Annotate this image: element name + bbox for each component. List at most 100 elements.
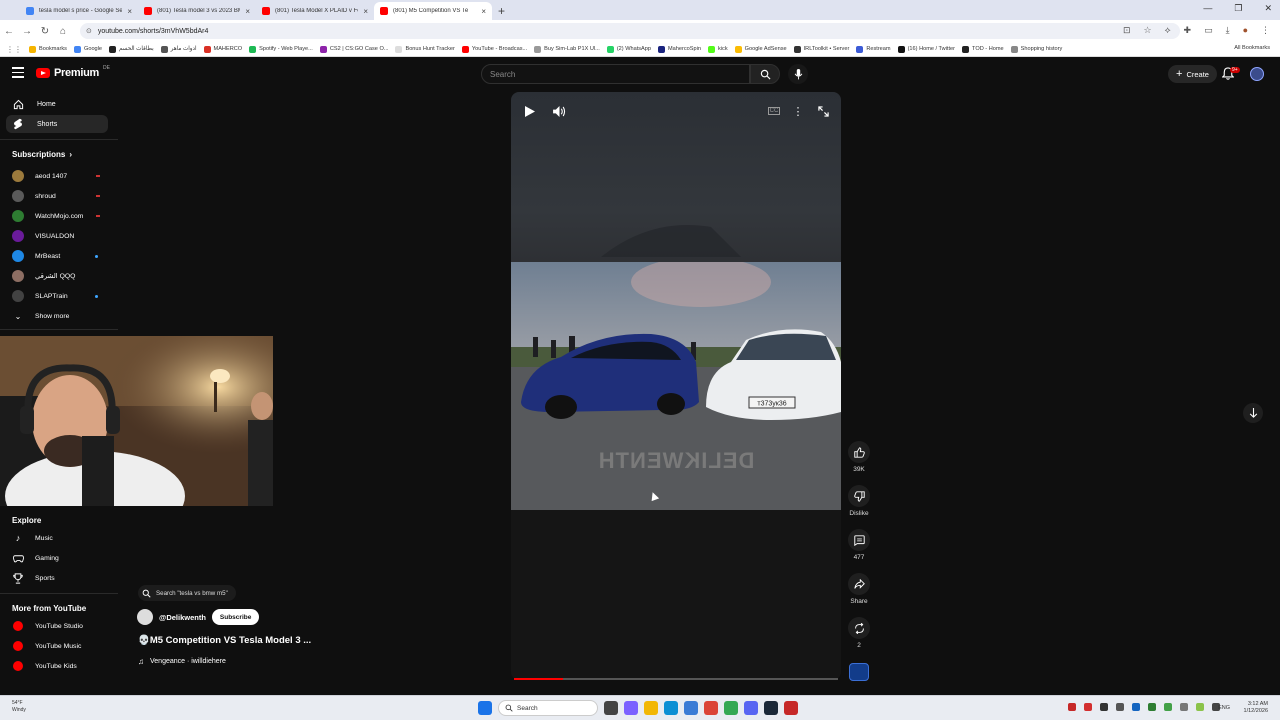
language-indicator[interactable]: ENG (1218, 705, 1230, 711)
weather-widget[interactable]: 54°F Windy (12, 700, 26, 714)
discord-icon[interactable] (744, 701, 758, 715)
play-button[interactable] (523, 104, 537, 118)
next-short-button[interactable] (1243, 403, 1263, 423)
new-tab-button[interactable]: + (492, 2, 511, 20)
chrome-icon[interactable] (704, 701, 718, 715)
account-avatar[interactable] (1250, 67, 1264, 81)
share-button[interactable]: Share (845, 573, 873, 605)
tray-icon[interactable] (1068, 703, 1076, 711)
all-bookmarks[interactable]: All Bookmarks (1234, 45, 1270, 51)
voice-search-button[interactable] (788, 64, 808, 84)
like-button[interactable]: 39K (845, 441, 873, 473)
subscriptions-heading[interactable]: Subscriptions › (12, 150, 72, 159)
subscription-item[interactable]: aeod 1407 (6, 167, 108, 185)
taskbar-search[interactable]: Search (498, 700, 598, 716)
music-row[interactable]: ♫ Vengeance · iwilldiehere (138, 657, 226, 666)
bookmark-item[interactable]: YouTube - Broadcas... (461, 45, 527, 53)
subscription-item[interactable]: shroud (6, 187, 108, 205)
bookmark-item[interactable]: Restream (856, 45, 891, 53)
video-progress-bar[interactable] (514, 678, 838, 680)
apps-grid-icon[interactable]: ⋮⋮ (6, 45, 22, 54)
subscription-item[interactable]: الشرقي QQQ (6, 267, 108, 285)
bookmark-item[interactable]: kick (707, 45, 728, 53)
tray-icon[interactable] (1116, 703, 1124, 711)
sidebar-item-home[interactable]: Home (6, 95, 108, 113)
tray-icon[interactable] (1132, 703, 1140, 711)
create-button[interactable]: + Create (1168, 65, 1217, 83)
sidebar-item-youtube-music[interactable]: YouTube Music (6, 637, 108, 655)
bookmark-item[interactable]: (16) Home / Twitter (897, 45, 955, 53)
bookmark-item[interactable]: Buy Sim-Lab P1X Ul... (534, 45, 600, 53)
tab-close-icon[interactable]: × (363, 7, 368, 16)
tray-icon[interactable] (1180, 703, 1188, 711)
captions-button[interactable]: CC (767, 105, 781, 117)
minimize-button[interactable]: — (1203, 3, 1212, 14)
sidebar-item-youtube-studio[interactable]: YouTube Studio (6, 617, 108, 635)
browser-tab[interactable]: (801) M5 Competition VS Te × (374, 2, 492, 20)
subscription-item[interactable]: WatchMojo.com (6, 207, 108, 225)
youtube-logo[interactable]: Premium DE (36, 65, 110, 79)
site-info-icon[interactable]: ⊙ (86, 27, 92, 35)
extensions-puzzle-icon[interactable]: ✚ (1184, 25, 1192, 36)
home-button-icon[interactable]: ⌂ (54, 26, 72, 37)
tray-icon[interactable] (1100, 703, 1108, 711)
bookmark-item[interactable]: MahercoSpin (658, 45, 701, 53)
sidepanel-icon[interactable]: ▭ (1204, 25, 1213, 36)
sidebar-item-gaming[interactable]: Gaming (6, 549, 108, 567)
task-view-icon[interactable] (604, 701, 618, 715)
show-more-button[interactable]: ⌄ Show more (6, 307, 108, 325)
video-title[interactable]: 💀M5 Competition VS Tesla Model 3 ... (138, 635, 311, 646)
bookmark-item[interactable]: بطاقات الحسم (109, 45, 154, 53)
tab-close-icon[interactable]: × (481, 7, 486, 16)
channel-name[interactable]: @Delikwenth (159, 613, 206, 622)
volume-button[interactable] (551, 104, 567, 118)
tray-icon[interactable] (1164, 703, 1172, 711)
subscription-item[interactable]: VISUALDON (6, 227, 108, 245)
clock[interactable]: 3:12 AM 1/12/2026 (1244, 701, 1268, 715)
sidebar-item-youtube-kids[interactable]: YouTube Kids (6, 657, 108, 675)
channel-avatar[interactable] (137, 609, 153, 625)
bookmark-item[interactable]: CS2 | CS:GO Case O... (319, 45, 388, 53)
bookmark-item[interactable]: TOD - Home (962, 45, 1004, 53)
bookmark-item[interactable]: MAHERCO (203, 45, 242, 53)
remix-button[interactable]: 2 (845, 617, 873, 649)
steam-icon[interactable] (764, 701, 778, 715)
extension-icon[interactable]: ⟡ (1165, 25, 1171, 36)
bookmark-item[interactable]: Google AdSense (734, 45, 787, 53)
windows-start-icon[interactable] (478, 701, 492, 715)
close-window-button[interactable]: ✕ (1264, 3, 1272, 14)
subscription-item[interactable]: MrBeast (6, 247, 108, 265)
reload-icon[interactable]: ↻ (36, 26, 54, 37)
bookmark-star-icon[interactable]: ☆ (1143, 25, 1151, 36)
comments-button[interactable]: 477 (845, 529, 873, 561)
tab-close-icon[interactable]: × (127, 7, 132, 16)
fullscreen-button[interactable] (816, 104, 830, 118)
bookmark-item[interactable]: Google (73, 45, 102, 53)
sound-thumbnail[interactable] (845, 663, 873, 681)
bookmark-item[interactable]: IRLToolkit • Server (793, 45, 849, 53)
browser-tab[interactable]: tesla model s price - Google Se × (20, 2, 138, 20)
sidebar-item-sports[interactable]: Sports (6, 569, 108, 587)
copilot-icon[interactable] (624, 701, 638, 715)
browser-tab[interactable]: (801) Tesla model 3 vs 2023 BM × (138, 2, 256, 20)
search-button[interactable] (750, 64, 780, 84)
sidebar-item-shorts[interactable]: Shorts (6, 115, 108, 133)
profile-icon[interactable]: ● (1243, 25, 1248, 36)
file-explorer-icon[interactable] (644, 701, 658, 715)
menu-icon[interactable] (12, 67, 24, 81)
bookmark-item[interactable]: Bonus Hunt Tracker (395, 45, 455, 53)
tray-icon[interactable] (1196, 703, 1204, 711)
url-bar[interactable]: ⊙ youtube.com/shorts/3mVhW5bdAr4 (80, 23, 1180, 39)
related-search-chip[interactable]: Search "tesla vs bmw m5" (138, 585, 236, 601)
browser-tab[interactable]: (801) Tesla Model X PLAID v Fe × (256, 2, 374, 20)
download-icon[interactable]: ⤓ (1226, 25, 1230, 36)
shorts-player[interactable]: т373ук36 DELIKWENTH CC ⋮ (511, 92, 841, 680)
store-icon[interactable] (684, 701, 698, 715)
install-icon[interactable]: ⊡ (1123, 25, 1131, 36)
browser-menu-icon[interactable]: ⋮ (1261, 25, 1270, 36)
tray-icon[interactable] (1084, 703, 1092, 711)
bookmark-item[interactable]: Bookmarks (29, 45, 67, 53)
chrome-alt-icon[interactable] (724, 701, 738, 715)
tab-close-icon[interactable]: × (245, 7, 250, 16)
more-options-button[interactable]: ⋮ (793, 104, 804, 118)
